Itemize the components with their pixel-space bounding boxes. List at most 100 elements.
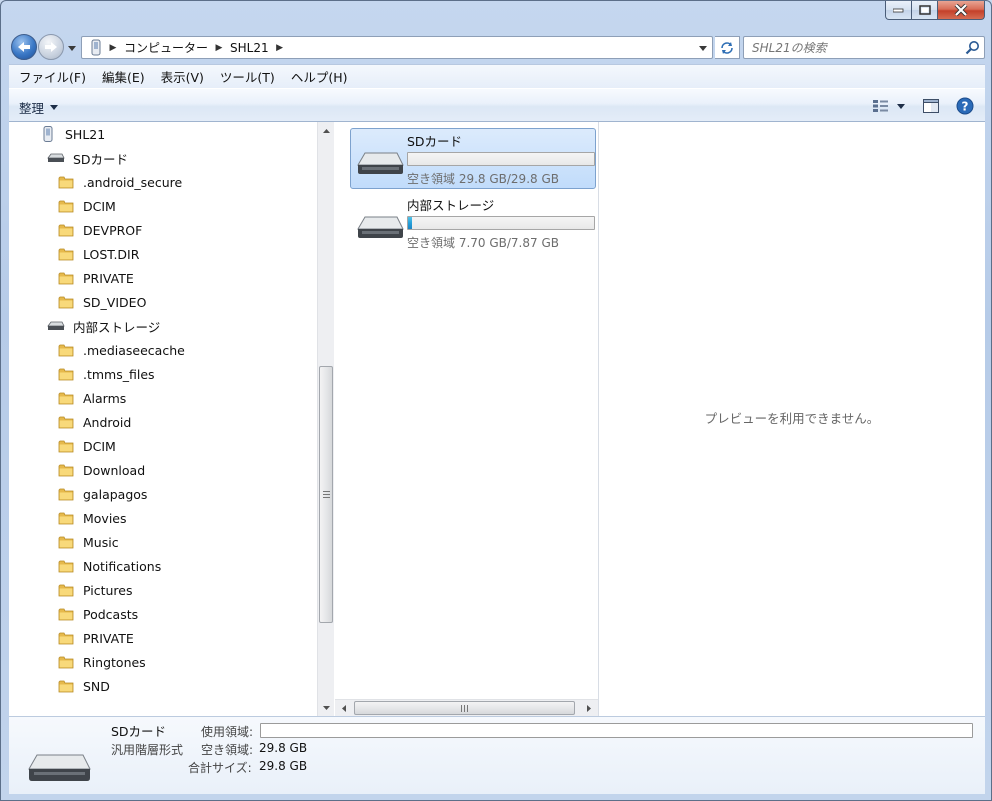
chevron-down-icon (50, 105, 59, 110)
tree-folder-item[interactable]: Pictures (57, 579, 133, 601)
maximize-button[interactable] (912, 1, 938, 20)
folder-icon (57, 654, 75, 670)
drive-name: 内部ストレージ (407, 198, 495, 213)
menu-edit[interactable]: 編集(E) (96, 67, 151, 86)
tree-folder-item[interactable]: PRIVATE (57, 627, 134, 649)
minimize-button[interactable] (885, 1, 912, 20)
file-list-horizontal-scrollbar[interactable] (335, 699, 598, 716)
recent-pages-dropdown[interactable] (67, 43, 77, 53)
tree-item-shl21[interactable]: SHL21 (39, 123, 105, 145)
scroll-thumb[interactable] (319, 366, 333, 623)
chevron-down-icon (699, 45, 707, 51)
preview-pane-button[interactable] (921, 96, 941, 116)
drive-icon (357, 152, 404, 174)
tree-label: Android (83, 414, 132, 430)
organize-button[interactable]: 整理 (19, 98, 59, 117)
tree-folder-item[interactable]: DEVPROF (57, 219, 142, 241)
menu-view[interactable]: 表示(V) (155, 67, 210, 86)
drive-icon (357, 216, 404, 238)
tree-folder-item[interactable]: Ringtones (57, 651, 146, 673)
breadcrumb-computer[interactable]: コンピューター (120, 39, 212, 56)
change-view-button[interactable] (871, 96, 907, 116)
breadcrumb-separator[interactable]: ▶ (106, 43, 120, 53)
tree-folder-item[interactable]: .android_secure (57, 171, 182, 193)
refresh-button[interactable] (715, 36, 740, 59)
tree-folder-item[interactable]: .tmms_files (57, 363, 155, 385)
search-box[interactable] (743, 36, 985, 59)
breadcrumb-shl21[interactable]: SHL21 (226, 41, 273, 55)
tree-label: Download (83, 462, 146, 478)
tree-item-sd-card[interactable]: SDカード (47, 147, 128, 169)
menu-help[interactable]: ヘルプ(H) (285, 67, 354, 86)
caption-buttons (885, 1, 985, 20)
arrow-right-icon (45, 42, 57, 52)
scroll-down-button[interactable] (318, 699, 334, 716)
folder-icon (57, 390, 75, 406)
view-options-icon (873, 100, 905, 112)
tree-label: SHL21 (65, 126, 106, 142)
tree-folder-item[interactable]: galapagos (57, 483, 147, 505)
forward-button[interactable] (38, 34, 64, 60)
organize-label: 整理 (19, 101, 45, 116)
tree-folder-item[interactable]: Movies (57, 507, 127, 529)
tree-label: 内部ストレージ (73, 319, 161, 335)
address-dropdown[interactable] (696, 41, 710, 55)
tree-label: LOST.DIR (83, 246, 140, 262)
folder-icon (57, 438, 75, 454)
menu-bar: ファイル(F) 編集(E) 表示(V) ツール(T) ヘルプ(H) (9, 64, 985, 88)
folder-icon (57, 222, 75, 238)
tree-folder-item[interactable]: Podcasts (57, 603, 138, 625)
tree-folder-item[interactable]: Android (57, 411, 131, 433)
file-list: SDカード 空き領域 29.8 GB/29.8 GB 内部ストレージ 空き領域 … (335, 122, 598, 699)
back-button[interactable] (11, 34, 37, 60)
tree-label: Ringtones (83, 654, 146, 670)
folder-icon (57, 270, 75, 286)
minimize-icon (893, 8, 904, 12)
folder-icon (57, 246, 75, 262)
tree-folder-item[interactable]: SD_VIDEO (57, 291, 146, 313)
tree-folder-item[interactable]: Notifications (57, 555, 161, 577)
preview-pane: プレビューを利用できません。 (599, 122, 985, 716)
tree-folder-item[interactable]: PRIVATE (57, 267, 134, 289)
tree-folder-item[interactable]: .mediaseecache (57, 339, 185, 361)
drive-icon (28, 754, 91, 781)
drive-tile-sd-card[interactable]: SDカード 空き領域 29.8 GB/29.8 GB (350, 128, 596, 189)
search-icon[interactable] (965, 40, 980, 55)
tree-label: Pictures (83, 582, 133, 598)
scroll-up-button[interactable] (318, 122, 334, 139)
tree-vertical-scrollbar[interactable] (317, 122, 334, 716)
tree-folder-item[interactable]: DCIM (57, 435, 116, 457)
tree-folder-item[interactable]: Alarms (57, 387, 126, 409)
menu-file[interactable]: ファイル(F) (13, 67, 92, 86)
folder-icon (57, 630, 75, 646)
details-usage-bar (260, 723, 973, 738)
scroll-thumb[interactable] (354, 701, 575, 715)
address-bar[interactable]: ▶ コンピューター ▶ SHL21 ▶ (81, 36, 713, 59)
tree-folder-item[interactable]: Download (57, 459, 145, 481)
details-type: 汎用階層形式 (111, 743, 184, 757)
tree-folder-item[interactable]: SND (57, 675, 110, 697)
tree-folder-item[interactable]: LOST.DIR (57, 243, 139, 265)
tree-folder-item[interactable]: Music (57, 531, 119, 553)
folder-icon (57, 342, 75, 358)
drive-icon (47, 150, 65, 166)
search-input[interactable] (744, 37, 962, 58)
drive-tile-internal-storage[interactable]: 内部ストレージ 空き領域 7.70 GB/7.87 GB (350, 192, 596, 253)
arrow-left-icon (18, 42, 30, 52)
close-icon (954, 4, 968, 16)
help-button[interactable]: ? (955, 96, 975, 116)
details-pane: SDカード 汎用階層形式 使用領域: 空き領域: 29.8 GB 合計サイズ: … (9, 716, 985, 794)
close-button[interactable] (938, 1, 985, 20)
tree-label: SDカード (73, 151, 129, 167)
navigation-row: ▶ コンピューター ▶ SHL21 ▶ (9, 32, 985, 62)
tree-item-internal-storage[interactable]: 内部ストレージ (47, 315, 160, 337)
breadcrumb-separator[interactable]: ▶ (212, 43, 226, 53)
tree-label: PRIVATE (83, 630, 134, 646)
scroll-right-button[interactable] (580, 700, 597, 716)
scroll-left-button[interactable] (335, 700, 352, 716)
menu-tools[interactable]: ツール(T) (214, 67, 281, 86)
tree-label: galapagos (83, 486, 148, 502)
grip-icon (461, 704, 468, 712)
tree-folder-item[interactable]: DCIM (57, 195, 116, 217)
breadcrumb-separator[interactable]: ▶ (273, 43, 287, 53)
